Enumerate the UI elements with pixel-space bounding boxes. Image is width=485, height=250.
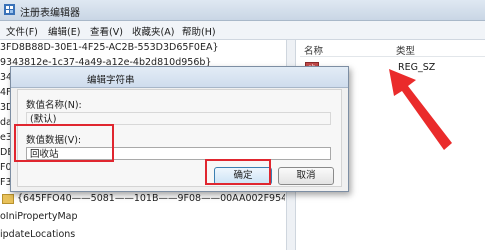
ok-button-highlight xyxy=(205,159,271,185)
data-field-highlight xyxy=(14,124,114,162)
cancel-button[interactable]: 取消 xyxy=(278,167,334,185)
value-name-label: 数值名称(N): xyxy=(26,100,82,111)
dialog-title: 编辑字符串 xyxy=(87,75,135,86)
dialog-title-bar: 编辑字符串 xyxy=(11,67,348,88)
